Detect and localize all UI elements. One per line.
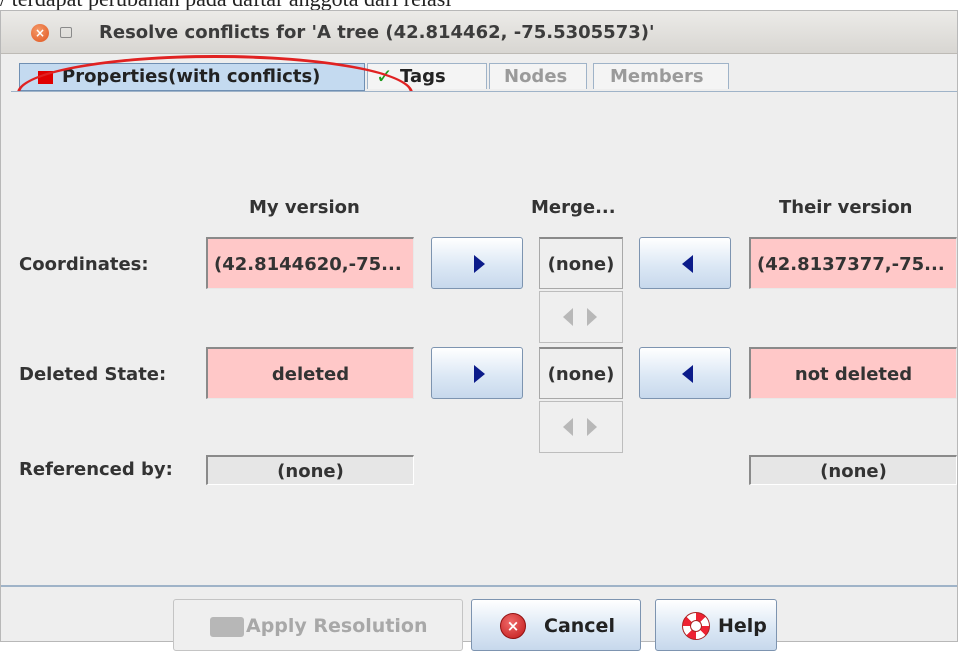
arrow-right-icon bbox=[587, 308, 597, 326]
lifebuoy-icon bbox=[682, 612, 710, 640]
tab-properties[interactable]: Properties(with conflicts) bbox=[19, 63, 365, 91]
tab-tags-label: Tags bbox=[400, 66, 446, 87]
their-referenced-by-field: (none) bbox=[749, 455, 957, 485]
coordinates-label: Coordinates: bbox=[19, 254, 149, 275]
undecide-deleted-state-button[interactable] bbox=[539, 401, 623, 453]
cancel-button[interactable]: × Cancel bbox=[471, 599, 641, 651]
deleted-state-label: Deleted State: bbox=[19, 364, 167, 385]
referenced-by-label: Referenced by: bbox=[19, 459, 173, 480]
apply-icon bbox=[210, 617, 244, 637]
cancel-label: Cancel bbox=[544, 615, 615, 637]
keep-my-deleted-state-button[interactable] bbox=[431, 347, 523, 399]
column-their-version: Their version bbox=[779, 197, 913, 218]
window-title: Resolve conflicts for 'A tree (42.814462… bbox=[99, 22, 655, 43]
merged-deleted-state-field: (none) bbox=[539, 347, 623, 399]
help-label: Help bbox=[718, 615, 767, 637]
column-my-version: My version bbox=[249, 197, 360, 218]
arrow-left-icon bbox=[563, 418, 573, 436]
undecide-coordinates-button[interactable] bbox=[539, 291, 623, 343]
arrow-left-icon bbox=[563, 308, 573, 326]
arrow-left-icon bbox=[682, 365, 693, 383]
tab-tags[interactable]: ✓ Tags bbox=[367, 63, 487, 89]
column-merge: Merge... bbox=[531, 197, 616, 218]
help-button[interactable]: Help bbox=[655, 599, 777, 651]
tab-nodes-label: Nodes bbox=[504, 66, 568, 87]
my-coordinates-field: (42.8144620,-75... bbox=[206, 237, 414, 289]
apply-resolution-button[interactable]: Apply Resolution bbox=[173, 599, 463, 651]
their-coordinates-field: (42.8137377,-75... bbox=[749, 237, 957, 289]
my-deleted-state-field: deleted bbox=[206, 347, 414, 399]
tab-nodes[interactable]: Nodes bbox=[489, 63, 587, 89]
arrow-right-icon bbox=[587, 418, 597, 436]
title-bar: × Resolve conflicts for 'A tree (42.8144… bbox=[1, 11, 957, 54]
merged-coordinates-field: (none) bbox=[539, 237, 623, 289]
conflict-red-square-icon bbox=[38, 71, 53, 84]
keep-my-coordinates-button[interactable] bbox=[431, 237, 523, 289]
apply-resolution-label: Apply Resolution bbox=[246, 615, 428, 637]
arrow-left-icon bbox=[682, 255, 693, 273]
tab-bar: Properties(with conflicts) ✓ Tags Nodes … bbox=[15, 63, 958, 91]
their-deleted-state-field: not deleted bbox=[749, 347, 957, 399]
window-maximize-icon[interactable] bbox=[60, 27, 72, 38]
arrow-right-icon bbox=[474, 255, 485, 273]
button-bar-divider bbox=[1, 585, 957, 587]
properties-panel bbox=[11, 91, 957, 586]
tab-properties-label: Properties(with conflicts) bbox=[62, 66, 321, 87]
tab-members[interactable]: Members bbox=[593, 63, 729, 89]
window-close-icon[interactable]: × bbox=[31, 24, 49, 42]
conflict-dialog: × Resolve conflicts for 'A tree (42.8144… bbox=[0, 10, 958, 651]
keep-their-coordinates-button[interactable] bbox=[639, 237, 731, 289]
cancel-icon: × bbox=[500, 613, 526, 639]
green-check-icon: ✓ bbox=[376, 64, 393, 88]
my-referenced-by-field: (none) bbox=[206, 455, 414, 485]
tab-members-label: Members bbox=[610, 66, 704, 87]
keep-their-deleted-state-button[interactable] bbox=[639, 347, 731, 399]
arrow-right-icon bbox=[474, 365, 485, 383]
